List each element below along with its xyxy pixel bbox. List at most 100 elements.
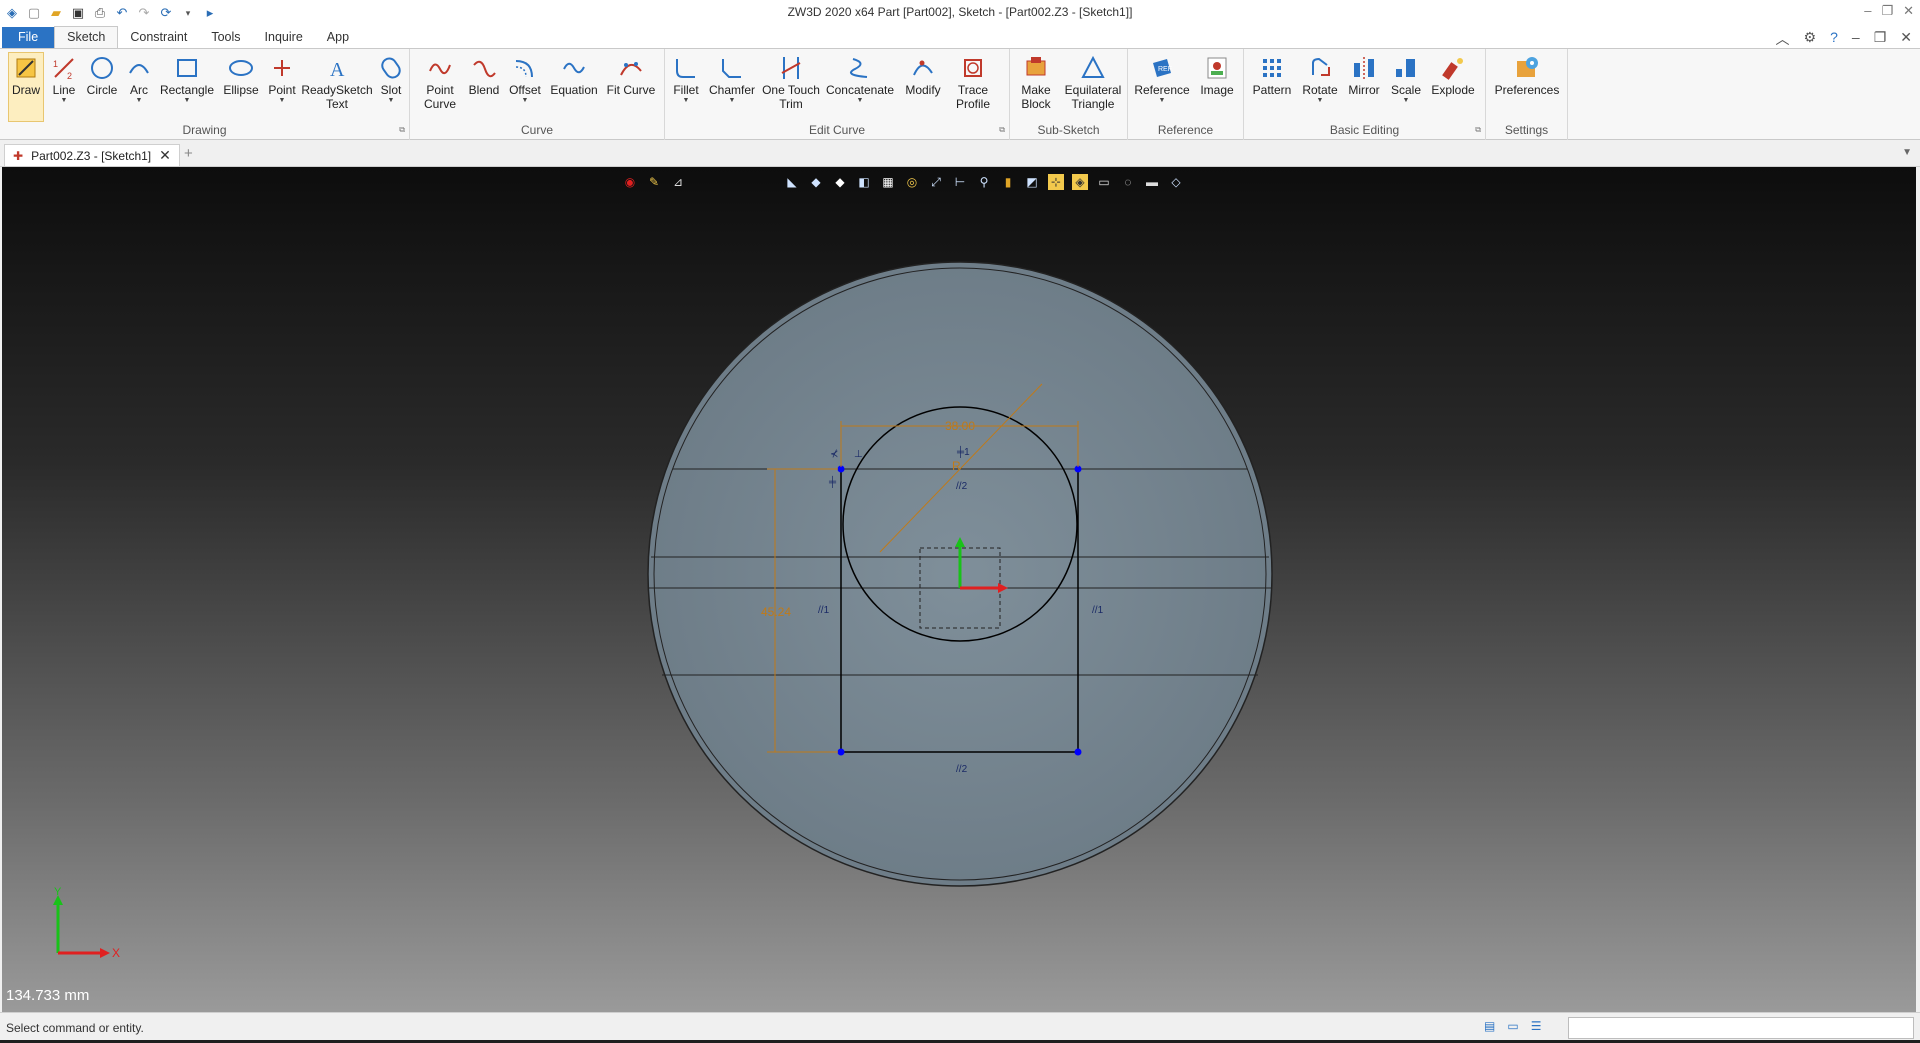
close-tab-icon[interactable]: ✕ (159, 147, 171, 164)
print-icon[interactable]: ⎙ (92, 5, 108, 21)
point-curve-button[interactable]: Point Curve (418, 53, 462, 111)
tab-inquire[interactable]: Inquire (253, 27, 315, 48)
add-tab-icon[interactable]: + (184, 145, 193, 162)
tab-constraint[interactable]: Constraint (118, 27, 199, 48)
collapse-ribbon-icon[interactable]: ︿ (1776, 29, 1790, 49)
screen-icon[interactable]: ▭ (1507, 1019, 1518, 1033)
preferences-button[interactable]: Preferences (1492, 53, 1562, 97)
chamfer-button[interactable]: Chamfer ▼ (707, 53, 757, 105)
constraint-parallel-marker[interactable]: //1 (818, 605, 830, 616)
sketch-point[interactable] (837, 748, 845, 756)
one-touch-trim-button[interactable]: One Touch Trim (761, 53, 821, 111)
dialog-launcher-icon[interactable]: ⧉ (399, 125, 405, 135)
constraint-parallel-marker[interactable]: //2 (956, 764, 968, 775)
dimension-radius-label[interactable]: R (952, 459, 961, 473)
new-file-icon[interactable]: ▢ (26, 5, 42, 21)
constraint-marker[interactable]: ╪1 (956, 445, 970, 459)
sketch-point[interactable] (1074, 748, 1082, 756)
refresh-icon[interactable]: ⟳ (158, 5, 174, 21)
dialog-launcher-icon[interactable]: ⧉ (1475, 125, 1481, 135)
tab-sketch[interactable]: Sketch (54, 26, 119, 48)
color-palette-icon[interactable]: ▮ (1000, 174, 1016, 190)
sketch-canvas[interactable]: 38.00 R 45.24 ⊀ ⊥ ╪1 ╪ //2 //1 //1 //2 X… (2, 167, 1916, 1012)
trace-profile-button[interactable]: Trace Profile (949, 53, 997, 111)
app-logo-icon[interactable]: ◈ (4, 5, 20, 21)
select-filter-icon[interactable]: ◣ (784, 174, 800, 190)
fillet-button[interactable]: Fillet ▼ (669, 53, 703, 105)
constraint-coincident-marker[interactable]: ⊀ (830, 449, 838, 460)
ellipse-button[interactable]: Ellipse (220, 53, 262, 97)
orbit-icon[interactable]: ◌ (1120, 174, 1136, 190)
grid-snap-icon[interactable]: ◈ (1072, 174, 1088, 190)
list-view-icon[interactable]: ☰ (1531, 1019, 1542, 1033)
scale-button[interactable]: Scale ▼ (1388, 53, 1424, 105)
doc-restore-icon[interactable]: ❐ (1874, 29, 1887, 49)
zoom-icon[interactable]: ◎ (904, 174, 920, 190)
tab-tools[interactable]: Tools (199, 27, 252, 48)
dialog-launcher-icon[interactable]: ⧉ (999, 125, 1005, 135)
layers-icon[interactable]: ◩ (1024, 174, 1040, 190)
draw-button[interactable]: Draw (8, 52, 44, 122)
circle-button[interactable]: Circle (84, 53, 120, 97)
concatenate-button[interactable]: Concatenate ▼ (825, 53, 895, 105)
point-button[interactable]: Point ▼ (266, 53, 298, 105)
play-icon[interactable]: ▸ (202, 5, 218, 21)
constraint-perpendicular-marker[interactable]: ⊥ (854, 449, 863, 460)
command-input[interactable] (1568, 1017, 1914, 1039)
dimension-width-label[interactable]: 38.00 (945, 419, 975, 433)
view-cube-icon[interactable]: ◆ (808, 174, 824, 190)
arc-button[interactable]: Arc ▼ (124, 53, 154, 105)
equation-button[interactable]: Equation (548, 53, 600, 97)
minimize-icon[interactable]: – (1864, 3, 1871, 19)
customize-toolbar-icon[interactable]: ▾ (180, 5, 196, 21)
make-block-button[interactable]: Make Block (1016, 53, 1056, 111)
pattern-button[interactable]: Pattern (1248, 53, 1296, 97)
grid-icon[interactable]: ▦ (880, 174, 896, 190)
doc-close-icon[interactable]: ✕ (1900, 29, 1912, 49)
rectangle-button[interactable]: Rectangle ▼ (158, 53, 216, 105)
graphics-viewport[interactable]: 38.00 R 45.24 ⊀ ⊥ ╪1 ╪ //2 //1 //1 //2 X… (2, 167, 1916, 1012)
pencil-edit-icon[interactable]: ✎ (646, 174, 662, 190)
fit-curve-button[interactable]: Fit Curve (604, 53, 658, 97)
zoom-fit-icon[interactable]: ⤢ (928, 174, 944, 190)
image-button[interactable]: Image (1196, 53, 1238, 97)
filter-icon[interactable]: ⊿ (670, 174, 686, 190)
tab-list-icon[interactable]: ▼ (1902, 147, 1912, 158)
doc-minimize-icon[interactable]: – (1852, 29, 1860, 49)
close-icon[interactable]: ✕ (1903, 3, 1914, 19)
explode-button[interactable]: Explode (1428, 53, 1478, 97)
view-orient-icon[interactable]: ◇ (1168, 174, 1184, 190)
constraint-parallel-marker[interactable]: //1 (1092, 605, 1104, 616)
open-folder-icon[interactable]: ▰ (48, 5, 64, 21)
dimension-height-label[interactable]: 45.24 (761, 605, 791, 619)
readysketch-text-button[interactable]: A ReadySketch Text (301, 53, 372, 111)
constraint-marker[interactable]: ╪ (828, 475, 837, 489)
tab-app[interactable]: App (315, 27, 361, 48)
document-tab[interactable]: ✚ Part002.Z3 - [Sketch1] ✕ (4, 144, 180, 166)
dimension-toggle-icon[interactable]: ⊢ (952, 174, 968, 190)
modify-button[interactable]: Modify (901, 53, 945, 97)
offset-button[interactable]: Offset ▼ (506, 53, 544, 105)
slot-button[interactable]: Slot ▼ (376, 53, 406, 105)
monitor-icon[interactable]: ▭ (1096, 174, 1112, 190)
blend-button[interactable]: Blend (466, 53, 502, 97)
render-mode-icon[interactable]: ◉ (622, 174, 638, 190)
restore-icon[interactable]: ❐ (1881, 3, 1893, 19)
tab-file[interactable]: File (2, 27, 55, 48)
display-mode-icon[interactable]: ◧ (856, 174, 872, 190)
shaded-cube-icon[interactable]: ◆ (832, 174, 848, 190)
help-icon[interactable]: ? (1830, 29, 1838, 49)
undo-icon[interactable]: ↶ (114, 5, 130, 21)
section-icon[interactable]: ▬ (1144, 174, 1160, 190)
reference-button[interactable]: REF Reference ▼ (1134, 53, 1190, 105)
layout-icon[interactable]: ▤ (1484, 1019, 1495, 1033)
constraint-parallel-marker[interactable]: //2 (956, 481, 968, 492)
mirror-button[interactable]: Mirror (1344, 53, 1384, 97)
save-icon[interactable]: ▣ (70, 5, 86, 21)
equilateral-triangle-button[interactable]: Equilateral Triangle (1062, 53, 1124, 111)
redo-icon[interactable]: ↷ (136, 5, 152, 21)
snap-icon[interactable]: ⊹ (1048, 174, 1064, 190)
settings-gear-icon[interactable]: ⚙ (1804, 29, 1817, 49)
rotate-button[interactable]: Rotate ▼ (1300, 53, 1340, 105)
constraint-toggle-icon[interactable]: ⚲ (976, 174, 992, 190)
